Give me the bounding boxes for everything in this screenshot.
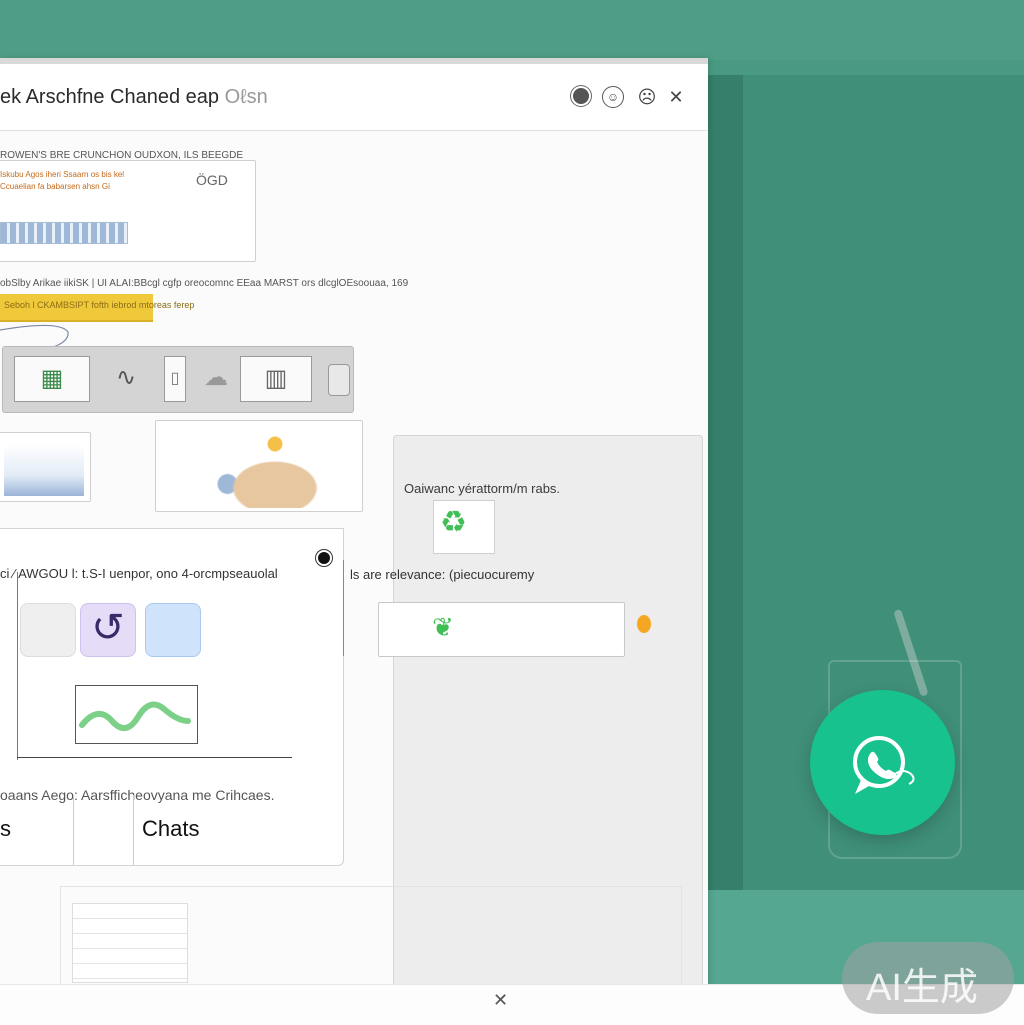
wave-graphic	[79, 701, 191, 731]
background-top	[0, 0, 1024, 60]
close-icon[interactable]: ✕	[493, 990, 508, 1011]
highlight-text: Seboh l CKAMBSIPT fofth iebrod mtoreas f…	[4, 300, 195, 310]
info-row-text: obSlby Arikae iikiSK | UI ALAI:BBcgl cgf…	[0, 278, 409, 289]
window-title-text: ek Arschfne Chaned eap	[0, 86, 220, 108]
watermark-text: AI生成	[866, 967, 978, 1009]
card-text-line: Ccuaelian fa babarsen ahsn Gi	[0, 182, 110, 191]
tab-status[interactable]: s	[0, 816, 11, 842]
document-icon[interactable]: ▯	[164, 356, 186, 402]
smile-icon[interactable]: ☺	[602, 86, 624, 108]
field-label: ls are relevance: (piecuocuremy	[350, 567, 535, 582]
record-icon[interactable]	[571, 86, 593, 108]
recycle-icon: ♻	[440, 506, 467, 539]
card-text-line: Iskubu Agos iheri Ssaarn os bis kel	[0, 170, 125, 179]
status-dot	[637, 615, 651, 633]
sticker-thumb[interactable]: ↺	[80, 603, 136, 657]
window-title: ek Arschfne Chaned eap Oℓsn	[0, 86, 268, 109]
face-icon[interactable]: ☹	[636, 86, 658, 108]
building-icon[interactable]: ▥	[240, 356, 312, 402]
caption-text: oaans Aego: Aarsfficheovyana me Crihcaes…	[0, 787, 275, 803]
divider	[17, 757, 292, 758]
message-input[interactable]	[378, 602, 625, 657]
leaf-icon: ❦	[432, 612, 454, 642]
tab-divider	[73, 795, 74, 865]
sticker-thumb[interactable]	[20, 603, 76, 657]
background-table	[72, 903, 188, 983]
panel-header: ci ⁄ AWGOU l: t.S-I uenpor, ono 4-orcmps…	[0, 566, 278, 581]
close-icon[interactable]: ✕	[665, 86, 687, 108]
sticker-thumb[interactable]	[145, 603, 201, 657]
tab-chats[interactable]: Chats	[142, 816, 199, 842]
radio-dot[interactable]	[318, 552, 330, 564]
image-thumbnail	[4, 444, 84, 496]
cloud-icon[interactable]: ☁	[198, 356, 234, 400]
background-shadow	[708, 75, 743, 890]
film-strip-image	[0, 222, 128, 244]
chart-icon[interactable]: ▦	[14, 356, 90, 402]
tab-divider	[133, 795, 134, 865]
image-thumbnail	[180, 428, 370, 508]
wave-icon[interactable]: ∿	[96, 356, 156, 400]
window-title-suffix: Oℓsn	[224, 86, 268, 108]
card-label: ÖGD	[196, 172, 228, 188]
divider	[17, 572, 18, 760]
toolbar-handle[interactable]	[328, 364, 350, 396]
whatsapp-icon	[853, 736, 915, 794]
divider	[343, 560, 344, 656]
panel-label: Oaiwanc yérattorm/m rabs.	[404, 481, 561, 496]
card-heading: ROWEN'S BRE CRUNCHON OUDXON, ILS BEEGDE	[0, 150, 244, 161]
